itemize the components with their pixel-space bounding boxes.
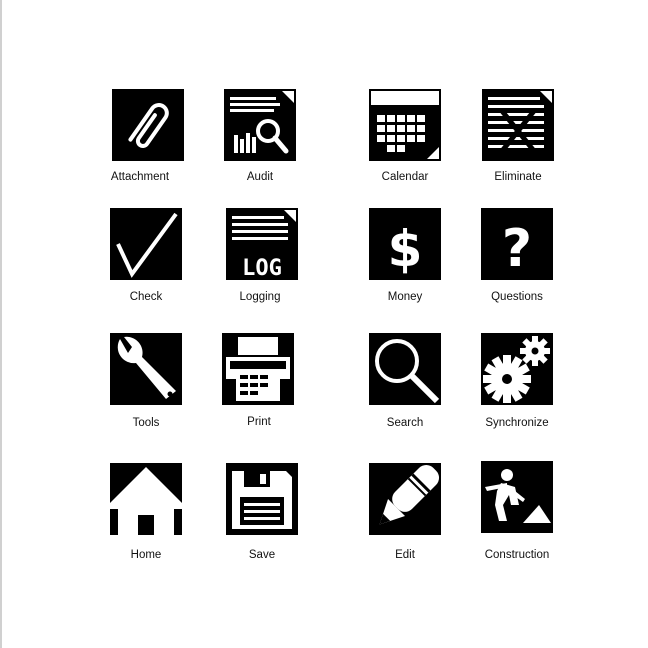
- icon-label: Print: [247, 416, 271, 428]
- icon-label: Calendar: [381, 171, 429, 183]
- log-text: LOG: [242, 256, 282, 280]
- house-icon[interactable]: [110, 463, 182, 535]
- icon-label: Synchronize: [485, 417, 549, 429]
- svg-text:$: $: [388, 220, 423, 278]
- calendar-icon[interactable]: [369, 89, 441, 161]
- wrench-icon[interactable]: [110, 333, 182, 405]
- eliminate-document-icon[interactable]: [482, 89, 554, 161]
- checkmark-icon[interactable]: [110, 208, 182, 280]
- left-border-line: [0, 0, 2, 648]
- icon-label: Search: [386, 417, 424, 429]
- icon-label: Eliminate: [494, 171, 542, 183]
- icon-label: Questions: [491, 291, 543, 303]
- construction-worker-icon[interactable]: [481, 461, 553, 533]
- icon-label: Save: [248, 549, 276, 561]
- printer-icon[interactable]: [222, 333, 294, 405]
- svg-text:?: ?: [502, 219, 532, 279]
- icon-label: Tools: [132, 417, 160, 429]
- log-document-icon[interactable]: LOG: [226, 208, 298, 280]
- dollar-sign-icon[interactable]: $: [369, 208, 441, 280]
- magnifying-glass-icon[interactable]: [369, 333, 441, 405]
- pencil-icon[interactable]: [369, 463, 441, 535]
- audit-magnifier-chart-icon[interactable]: [224, 89, 296, 161]
- icon-label: Money: [387, 291, 423, 303]
- icon-label: Construction: [484, 549, 550, 561]
- icon-label: Check: [129, 291, 163, 303]
- icon-label: Audit: [246, 171, 274, 183]
- icon-label: Home: [130, 549, 162, 561]
- icon-label: Logging: [239, 291, 281, 303]
- icon-label: Edit: [395, 549, 415, 561]
- floppy-disk-icon[interactable]: [226, 463, 298, 535]
- gears-icon[interactable]: [481, 333, 553, 405]
- question-mark-icon[interactable]: ?: [481, 208, 553, 280]
- paperclip-icon[interactable]: [112, 89, 184, 161]
- icon-label: Attachment: [110, 171, 170, 183]
